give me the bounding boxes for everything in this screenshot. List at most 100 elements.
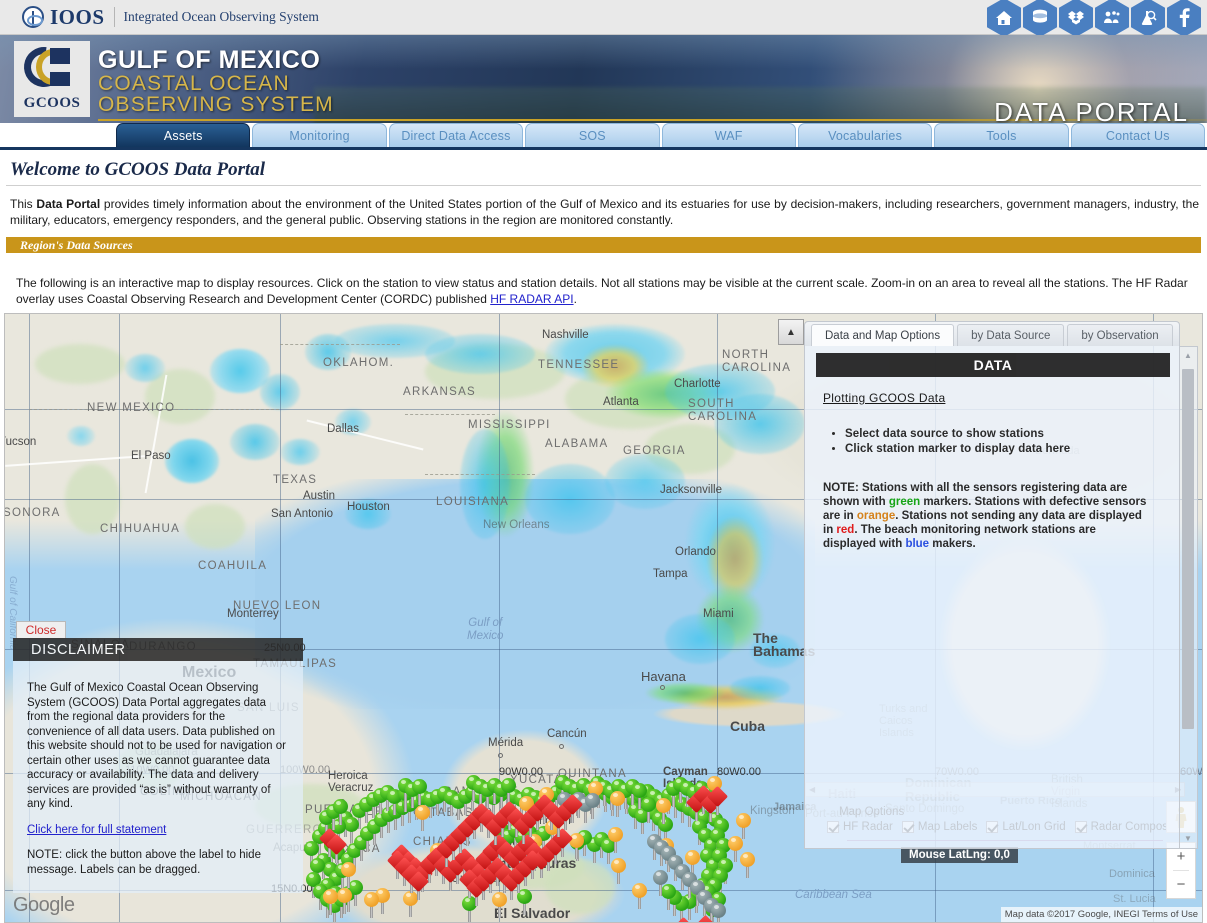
station-marker-green[interactable] (412, 779, 428, 805)
marker-head-icon (323, 889, 338, 904)
tab-by-data-source[interactable]: by Data Source (957, 324, 1065, 346)
home-icon[interactable] (987, 0, 1021, 37)
station-marker-gray[interactable] (653, 870, 669, 896)
map-label-state: GEORGIA (623, 445, 686, 457)
marker-head-icon (561, 793, 584, 816)
disclaimer-body: The Gulf of Mexico Coastal Ocean Observi… (13, 661, 303, 893)
station-marker-orange[interactable] (610, 791, 626, 817)
station-marker-red[interactable] (407, 870, 430, 900)
marker-head-icon (610, 791, 625, 806)
station-marker-orange[interactable] (740, 852, 756, 878)
station-marker-red[interactable] (521, 849, 544, 879)
station-marker-green[interactable] (501, 778, 517, 804)
map-label-city: Austin (303, 490, 335, 502)
map-zoom-controls[interactable]: + − (1166, 842, 1196, 899)
people-icon[interactable] (1095, 0, 1129, 37)
marker-head-icon (706, 785, 729, 808)
map-label-state: TEXAS (273, 474, 318, 486)
panel-tab-strip: Data and Map Options by Data Source by O… (804, 321, 1180, 346)
facebook-icon[interactable] (1167, 0, 1201, 37)
tab-data-and-map-options[interactable]: Data and Map Options (811, 324, 955, 346)
station-marker-red[interactable] (561, 793, 584, 823)
scroll-down-arrow-icon[interactable]: ▼ (1180, 830, 1196, 846)
marker-head-icon (304, 841, 319, 856)
marker-head-icon (569, 833, 584, 848)
map-label-state: COAHUILA (198, 560, 268, 572)
interactive-map[interactable]: 25N0.00 15N0.00 90W0.00 80W0.00 70W0.00 … (4, 313, 1203, 923)
banner-line-3: OBSERVING SYSTEM (98, 93, 334, 117)
dropbox-icon[interactable] (1059, 0, 1093, 37)
page-content: Welcome to GCOOS Data Portal This Data P… (0, 159, 1207, 307)
station-marker-orange[interactable] (656, 798, 672, 824)
map-label-city: New Orleans (483, 519, 550, 531)
marker-head-icon (656, 798, 671, 813)
hf-radar-api-link[interactable]: HF RADAR API (490, 292, 573, 306)
map-label-water: Gulf of Mexico (467, 617, 504, 642)
map-label-city: Tucson (5, 436, 37, 448)
disclaimer-header[interactable]: DISCLAIMER (13, 638, 303, 661)
nav-tab-vocabularies[interactable]: Vocabularies (797, 123, 933, 147)
nav-tab-sos[interactable]: SOS (525, 123, 660, 147)
map-label-city: Nashville (542, 329, 589, 341)
map-label-city: Orlando (675, 546, 716, 558)
nav-tab-monitoring[interactable]: Monitoring (252, 123, 387, 147)
station-marker-orange[interactable] (736, 813, 752, 839)
chevron-up-icon: ▲ (786, 326, 796, 338)
map-label-city: Heroica Veracruz (328, 770, 374, 794)
nav-tab-contact-us[interactable]: Contact Us (1070, 123, 1205, 147)
panel-vertical-scrollbar[interactable]: ▲ ▼ (1180, 346, 1198, 849)
map-label-water: Caribbean Sea (795, 889, 872, 901)
terms-of-use-link[interactable]: Terms of Use (1142, 909, 1198, 920)
disclaimer-close-button[interactable]: Close (16, 621, 66, 639)
map-label-country: St. Lucia (1113, 893, 1156, 905)
marker-head-icon (325, 833, 348, 856)
station-marker-red[interactable] (706, 785, 729, 815)
map-label-country: Cuba (730, 718, 765, 734)
map-label-city: Houston (347, 501, 390, 513)
map-label-state: LOUISIANA (436, 496, 510, 508)
station-marker-red[interactable] (325, 833, 348, 863)
nav-tab-waf[interactable]: WAF (661, 123, 796, 147)
note-blue-word: blue (905, 538, 930, 550)
station-marker-orange[interactable] (364, 892, 380, 918)
station-marker-green[interactable] (632, 783, 648, 809)
gcoos-logo[interactable]: GCOOS (14, 38, 90, 117)
marker-head-icon (632, 783, 647, 798)
marker-head-icon (501, 778, 516, 793)
scrollbar-thumb[interactable] (1182, 369, 1194, 729)
station-marker-orange[interactable] (415, 805, 431, 831)
marker-head-icon (611, 858, 626, 873)
map-description: The following is an interactive map to d… (16, 275, 1199, 307)
marker-head-icon (608, 827, 623, 842)
ioos-logo[interactable]: IOOS Integrated Ocean Observing System (0, 5, 319, 30)
map-label-city: Tampa (653, 568, 688, 580)
marker-head-icon (711, 903, 726, 918)
map-label-state: ALABAMA (545, 438, 609, 450)
zoom-out-button[interactable]: − (1167, 871, 1195, 898)
scroll-up-arrow-icon[interactable]: ▲ (1180, 347, 1196, 363)
station-marker-green[interactable] (333, 799, 349, 825)
panel-collapse-button[interactable]: ▲ (778, 319, 804, 345)
station-marker-orange[interactable] (337, 888, 353, 914)
map-label-city: Dallas (327, 423, 359, 435)
panel-body: DATA Plotting GCOOS Data Select data sou… (804, 346, 1180, 849)
tab-by-observation[interactable]: by Observation (1067, 324, 1173, 346)
station-marker-gray[interactable] (585, 793, 601, 819)
map-label-city: Havana (641, 669, 686, 684)
nav-tab-direct-data-access[interactable]: Direct Data Access (388, 123, 524, 147)
database-icon[interactable] (1023, 0, 1057, 37)
map-attribution: Map data ©2017 Google, INEGI Terms of Us… (1000, 907, 1202, 922)
station-marker-orange[interactable] (611, 858, 627, 884)
banner-portal-text: DATA PORTAL (994, 97, 1189, 123)
map-label-city: Jacksonville (660, 484, 722, 496)
station-marker-orange[interactable] (608, 827, 624, 853)
research-icon[interactable] (1131, 0, 1165, 37)
plotting-gcoos-data-link[interactable]: Plotting GCOOS Data (823, 391, 945, 405)
nav-tab-assets[interactable]: Assets (116, 123, 251, 147)
disclaimer-full-statement-link[interactable]: Click here for full statement (27, 823, 166, 838)
station-marker-orange[interactable] (632, 883, 648, 909)
station-marker-orange[interactable] (341, 862, 357, 888)
marker-color-note: NOTE: Stations with all the sensors regi… (823, 481, 1149, 551)
nav-tab-tools[interactable]: Tools (934, 123, 1069, 147)
station-marker-orange[interactable] (323, 889, 339, 915)
